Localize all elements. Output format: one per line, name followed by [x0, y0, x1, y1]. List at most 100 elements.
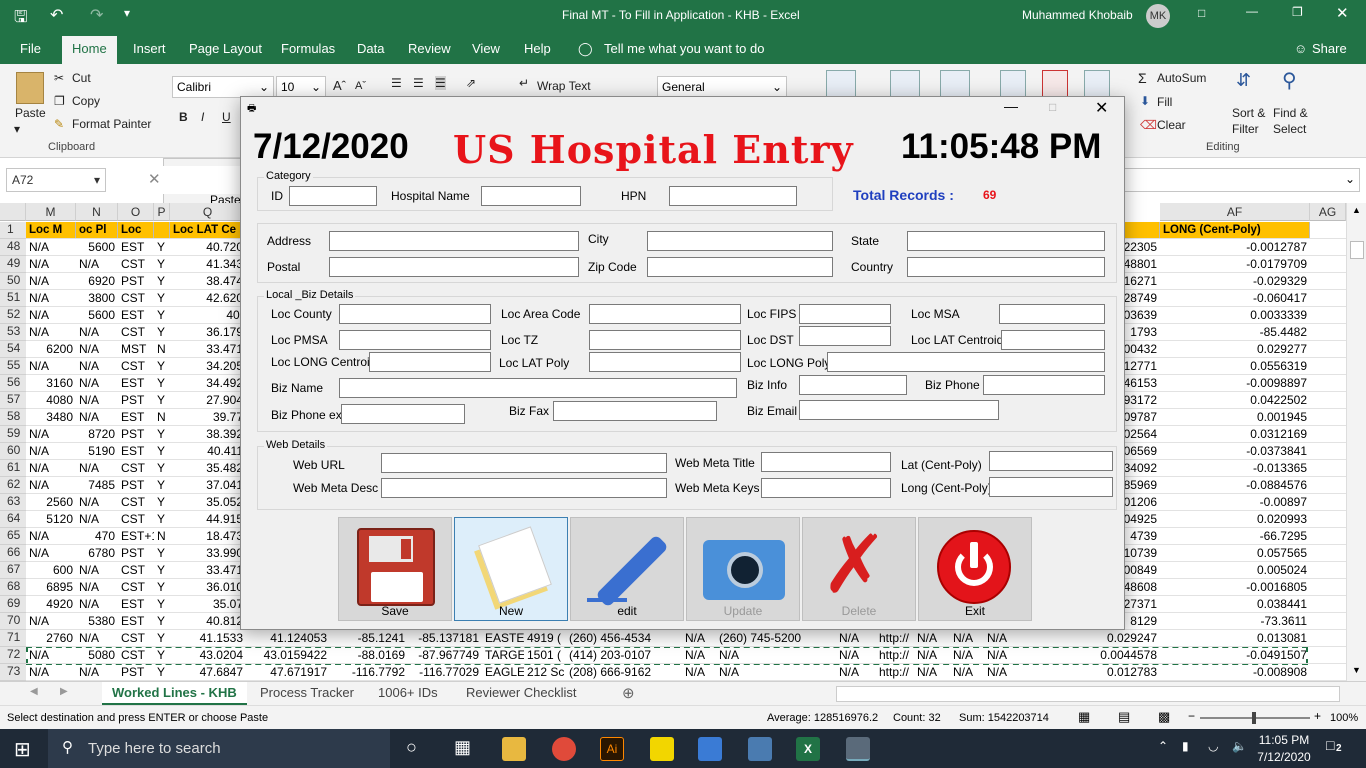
- column-header-ag[interactable]: AG: [1310, 203, 1346, 221]
- cell-m[interactable]: 4920: [26, 596, 76, 613]
- notifications-icon[interactable]: □: [1326, 737, 1334, 753]
- cell-af[interactable]: -0.0179709: [1160, 256, 1310, 273]
- cell-m[interactable]: 2760: [26, 630, 76, 647]
- hospital-name-field[interactable]: [481, 186, 581, 206]
- loc-pmsa-field[interactable]: [339, 330, 491, 350]
- cell-aa[interactable]: http://: [876, 630, 914, 647]
- zoom-in-icon[interactable]: +: [1314, 709, 1321, 723]
- taskbar-search[interactable]: ⚲ Type here to search: [48, 729, 390, 768]
- chrome-icon[interactable]: [552, 737, 576, 761]
- loc-area-code-field[interactable]: [589, 304, 741, 324]
- cell-o[interactable]: EST: [118, 613, 154, 630]
- cell-p[interactable]: Y: [154, 443, 170, 460]
- row-header[interactable]: 70: [0, 613, 26, 630]
- loc-fips-field[interactable]: [799, 304, 891, 324]
- undo-icon[interactable]: ↶: [50, 5, 63, 25]
- postal-field[interactable]: [329, 257, 579, 277]
- cell-m[interactable]: N/A: [26, 664, 76, 681]
- cell-af[interactable]: 0.038441: [1160, 596, 1310, 613]
- cell-af[interactable]: 0.001945: [1160, 409, 1310, 426]
- cell-q[interactable]: 37.041: [170, 477, 246, 494]
- cell-m[interactable]: 6200: [26, 341, 76, 358]
- cell-af[interactable]: 0.057565: [1160, 545, 1310, 562]
- biz-fax-field[interactable]: [553, 401, 717, 421]
- cell-nn[interactable]: N/A: [76, 630, 118, 647]
- sort-icon[interactable]: ⇵: [1236, 70, 1251, 91]
- cell-n[interactable]: 6920: [76, 273, 118, 290]
- cell-m[interactable]: N/A: [26, 307, 76, 324]
- header-cell[interactable]: [154, 222, 170, 239]
- dialog-minimize-icon[interactable]: —: [1004, 98, 1018, 114]
- row-header[interactable]: 51: [0, 290, 26, 307]
- cell-s[interactable]: -85.1241: [330, 630, 408, 647]
- cell-p[interactable]: Y: [154, 375, 170, 392]
- excel-icon[interactable]: X: [796, 737, 820, 761]
- row-header[interactable]: 62: [0, 477, 26, 494]
- header-cell[interactable]: oc Pl: [76, 222, 118, 239]
- cell-m[interactable]: N/A: [26, 443, 76, 460]
- column-header-o[interactable]: O: [118, 203, 154, 221]
- tab-data[interactable]: Data: [357, 41, 384, 56]
- cell-n[interactable]: 5380: [76, 613, 118, 630]
- file-explorer-icon[interactable]: [502, 737, 526, 761]
- cell-af[interactable]: 0.020993: [1160, 511, 1310, 528]
- cell-q[interactable]: 36.179: [170, 324, 246, 341]
- select-all-corner[interactable]: [0, 203, 26, 221]
- python-icon[interactable]: [748, 737, 772, 761]
- row-header[interactable]: 1: [0, 222, 26, 239]
- redo-icon[interactable]: ↷: [90, 5, 103, 25]
- cell-x[interactable]: N/A: [682, 664, 716, 681]
- cell-q[interactable]: 33.471: [170, 562, 246, 579]
- new-button[interactable]: New: [454, 517, 568, 621]
- row-header[interactable]: 66: [0, 545, 26, 562]
- font-name-select[interactable]: Calibri ⌄: [172, 76, 274, 98]
- cell-r[interactable]: 47.671917: [246, 664, 330, 681]
- cell-x[interactable]: N/A: [682, 630, 716, 647]
- row-header[interactable]: 69: [0, 596, 26, 613]
- cell-ad[interactable]: N/A: [984, 630, 1020, 647]
- biz-name-field[interactable]: [339, 378, 737, 398]
- customize-toolbar-icon[interactable]: ▾: [124, 6, 130, 20]
- cell-n[interactable]: 5190: [76, 443, 118, 460]
- row-header[interactable]: 57: [0, 392, 26, 409]
- row-header[interactable]: 54: [0, 341, 26, 358]
- format-as-table-icon[interactable]: [890, 70, 920, 98]
- column-header-m[interactable]: M: [26, 203, 76, 221]
- scroll-thumb[interactable]: [1350, 241, 1364, 259]
- cell-m[interactable]: 2560: [26, 494, 76, 511]
- cell-m[interactable]: N/A: [26, 239, 76, 256]
- find-select-label-1[interactable]: Find &: [1273, 106, 1308, 120]
- loc-lat-centroid-field[interactable]: [1001, 330, 1105, 350]
- format-cells-icon[interactable]: [1084, 70, 1110, 98]
- row-header[interactable]: 56: [0, 375, 26, 392]
- cell-p[interactable]: N: [154, 528, 170, 545]
- cell-q[interactable]: 27.904: [170, 392, 246, 409]
- eraser-icon[interactable]: ⌫: [1140, 118, 1157, 132]
- tab-page-layout[interactable]: Page Layout: [189, 41, 262, 56]
- cell-af[interactable]: 0.0556319: [1160, 358, 1310, 375]
- cell-af[interactable]: -66.7295: [1160, 528, 1310, 545]
- row-header[interactable]: 50: [0, 273, 26, 290]
- cell-q[interactable]: 35.482: [170, 460, 246, 477]
- cell-af[interactable]: -73.3611: [1160, 613, 1310, 630]
- cell-o[interactable]: EST: [118, 409, 154, 426]
- cell-o[interactable]: MST: [118, 341, 154, 358]
- cell-m[interactable]: 3160: [26, 375, 76, 392]
- copy-button[interactable]: Copy: [72, 94, 100, 108]
- bold-button[interactable]: B: [179, 110, 188, 124]
- page-break-view-icon[interactable]: ▩: [1158, 709, 1170, 725]
- cell-ae[interactable]: 0.012783: [1020, 664, 1160, 681]
- tab-review[interactable]: Review: [408, 41, 451, 56]
- zip-code-field[interactable]: [647, 257, 833, 277]
- cell-o[interactable]: CST: [118, 460, 154, 477]
- save-icon[interactable]: 🖫: [14, 6, 28, 33]
- cell-n[interactable]: 3800: [76, 290, 118, 307]
- cell-m[interactable]: N/A: [26, 290, 76, 307]
- biz-info-field[interactable]: [799, 375, 907, 395]
- illustrator-icon[interactable]: Ai: [600, 737, 624, 761]
- tab-help[interactable]: Help: [524, 41, 551, 56]
- row-header[interactable]: 53: [0, 324, 26, 341]
- align-middle-icon[interactable]: ☰: [413, 76, 424, 90]
- find-select-label-2[interactable]: Select: [1273, 122, 1306, 136]
- cell-n[interactable]: N/A: [76, 596, 118, 613]
